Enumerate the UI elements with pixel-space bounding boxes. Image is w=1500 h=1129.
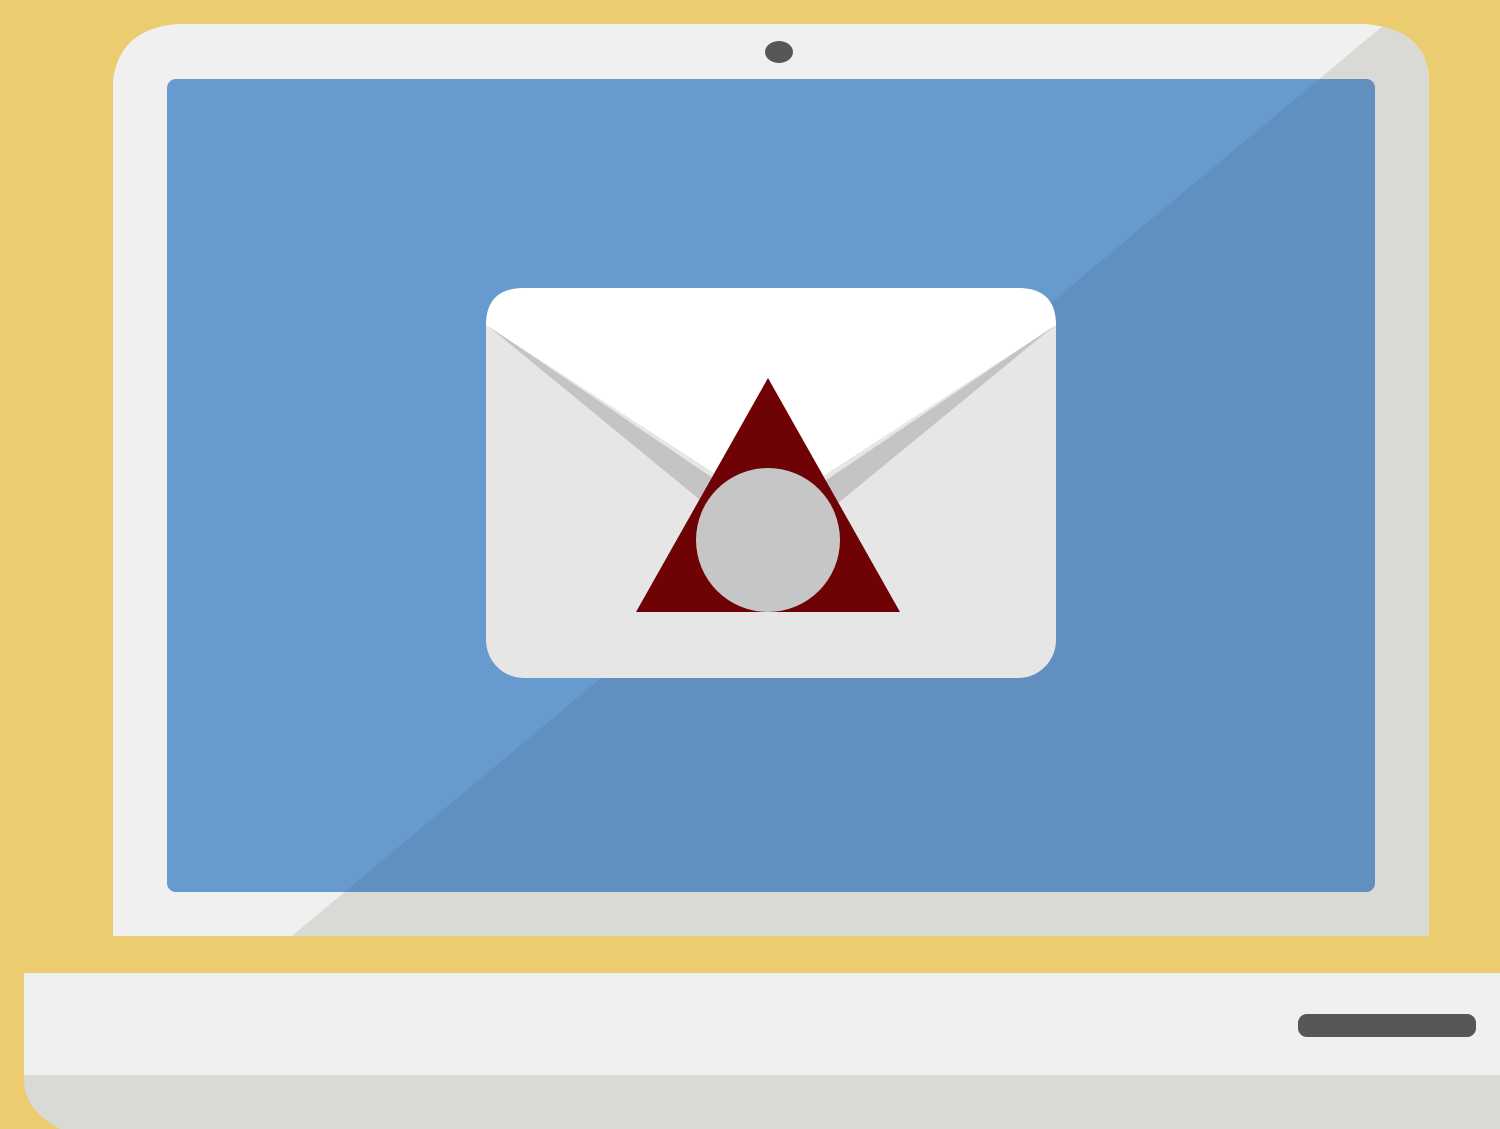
base-bottom [24,1075,1500,1129]
circle-seal-icon [696,468,840,612]
laptop-base [24,973,1500,1129]
laptop-illustration [0,0,1500,1129]
trackpad-slot-icon [1298,1014,1476,1037]
envelope-icon [486,288,1056,678]
webcam-icon [765,41,793,63]
illustration-canvas [0,0,1500,1129]
base-top [24,973,1500,1077]
